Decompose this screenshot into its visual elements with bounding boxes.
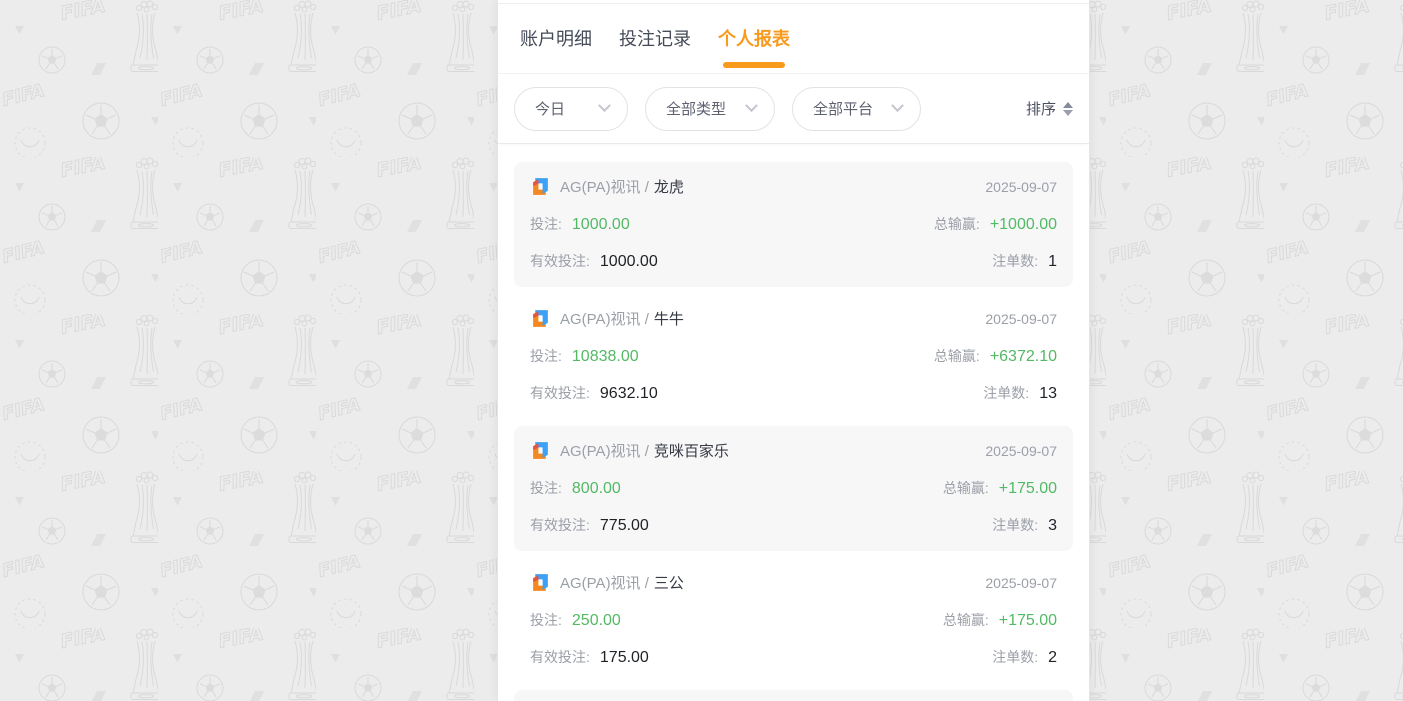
report-card[interactable]: AG(PA)视讯 / 三公 2025-09-07 投注: 250.00 总输赢:…: [514, 558, 1073, 683]
report-panel: 账户明细 投注记录 个人报表 今日 全部类型 全部平台 排序: [497, 0, 1090, 701]
game-name: 牛牛: [654, 308, 684, 329]
valid-bet-amount: 1000.00: [600, 253, 658, 271]
type-filter-value: 全部类型: [666, 98, 726, 119]
valid-bet-amount: 9632.10: [600, 385, 658, 403]
tab-bet-record[interactable]: 投注记录: [619, 25, 691, 73]
filter-bar: 今日 全部类型 全部平台 排序: [498, 74, 1089, 144]
total-win-amount: +175.00: [999, 612, 1057, 630]
ag-provider-logo-icon: [530, 440, 551, 461]
report-card[interactable]: AG(PA)视讯 / 竞咪百家乐 2025-09-07 投注: 800.00 总…: [514, 426, 1073, 551]
record-date: 2025-09-07: [985, 443, 1057, 459]
valid-bet-label: 有效投注:: [530, 515, 590, 535]
game-name: 竞咪百家乐: [654, 440, 729, 461]
bet-amount: 800.00: [572, 480, 621, 498]
bet-amount: 10838.00: [572, 348, 639, 366]
bet-count-value: 1: [1048, 253, 1057, 271]
record-date: 2025-09-07: [985, 575, 1057, 591]
sort-asc-icon: [1063, 102, 1073, 108]
type-filter-dropdown[interactable]: 全部类型: [645, 87, 775, 131]
ag-provider-logo-icon: [530, 176, 551, 197]
tab-personal-report[interactable]: 个人报表: [718, 25, 790, 73]
platform-filter-value: 全部平台: [813, 98, 873, 119]
sort-desc-icon: [1063, 110, 1073, 116]
date-filter-value: 今日: [535, 98, 565, 119]
tab-label: 投注记录: [619, 29, 691, 49]
bet-label: 投注:: [530, 214, 562, 234]
provider-name: AG(PA)视讯 /: [560, 572, 649, 593]
bet-count-label: 注单数:: [992, 515, 1038, 535]
bet-count-label: 注单数:: [983, 383, 1029, 403]
bet-count-label: 注单数:: [992, 647, 1038, 667]
tab-account-detail[interactable]: 账户明细: [520, 25, 592, 73]
total-win-label: 总输赢:: [943, 610, 989, 630]
game-name: 三公: [654, 572, 684, 593]
active-tab-underline: [723, 62, 785, 68]
platform-filter-dropdown[interactable]: 全部平台: [792, 87, 921, 131]
chevron-down-icon: [598, 99, 611, 112]
total-win-amount: +175.00: [999, 480, 1057, 498]
bet-amount: 250.00: [572, 612, 621, 630]
report-list: AG(PA)视讯 / 龙虎 2025-09-07 投注: 1000.00 总输赢…: [498, 144, 1089, 701]
valid-bet-label: 有效投注:: [530, 647, 590, 667]
bet-label: 投注:: [530, 610, 562, 630]
tab-bar: 账户明细 投注记录 个人报表: [498, 4, 1089, 74]
total-win-label: 总输赢:: [934, 346, 980, 366]
report-card[interactable]: AG(PA)视讯 / 牛牛 2025-09-07 投注: 10838.00 总输…: [514, 294, 1073, 419]
report-card[interactable]: AG(PA)视讯 / 龙虎 2025-09-07 投注: 1000.00 总输赢…: [514, 162, 1073, 287]
date-filter-dropdown[interactable]: 今日: [514, 87, 628, 131]
sort-label: 排序: [1026, 98, 1056, 119]
ag-provider-logo-icon: [530, 308, 551, 329]
record-date: 2025-09-07: [985, 311, 1057, 327]
sort-control[interactable]: 排序: [1026, 98, 1073, 119]
chevron-down-icon: [891, 99, 904, 112]
bet-amount: 1000.00: [572, 216, 630, 234]
bet-label: 投注:: [530, 478, 562, 498]
total-win-label: 总输赢:: [943, 478, 989, 498]
total-win-label: 总输赢:: [934, 214, 980, 234]
chevron-down-icon: [745, 99, 758, 112]
game-name: 龙虎: [654, 176, 684, 197]
bet-count-value: 13: [1039, 385, 1057, 403]
total-win-amount: +1000.00: [990, 216, 1057, 234]
valid-bet-amount: 775.00: [600, 517, 649, 535]
tab-label: 账户明细: [520, 29, 592, 49]
sort-arrows-icon: [1063, 102, 1073, 116]
provider-name: AG(PA)视讯 /: [560, 440, 649, 461]
provider-name: AG(PA)视讯 /: [560, 308, 649, 329]
ag-provider-logo-icon: [530, 572, 551, 593]
valid-bet-label: 有效投注:: [530, 251, 590, 271]
bet-count-value: 3: [1048, 517, 1057, 535]
valid-bet-label: 有效投注:: [530, 383, 590, 403]
tab-label: 个人报表: [718, 29, 790, 49]
record-date: 2025-09-07: [985, 179, 1057, 195]
report-card-partial[interactable]: [514, 690, 1073, 701]
bet-label: 投注:: [530, 346, 562, 366]
bet-count-value: 2: [1048, 649, 1057, 667]
provider-name: AG(PA)视讯 /: [560, 176, 649, 197]
total-win-amount: +6372.10: [990, 348, 1057, 366]
valid-bet-amount: 175.00: [600, 649, 649, 667]
bet-count-label: 注单数:: [992, 251, 1038, 271]
